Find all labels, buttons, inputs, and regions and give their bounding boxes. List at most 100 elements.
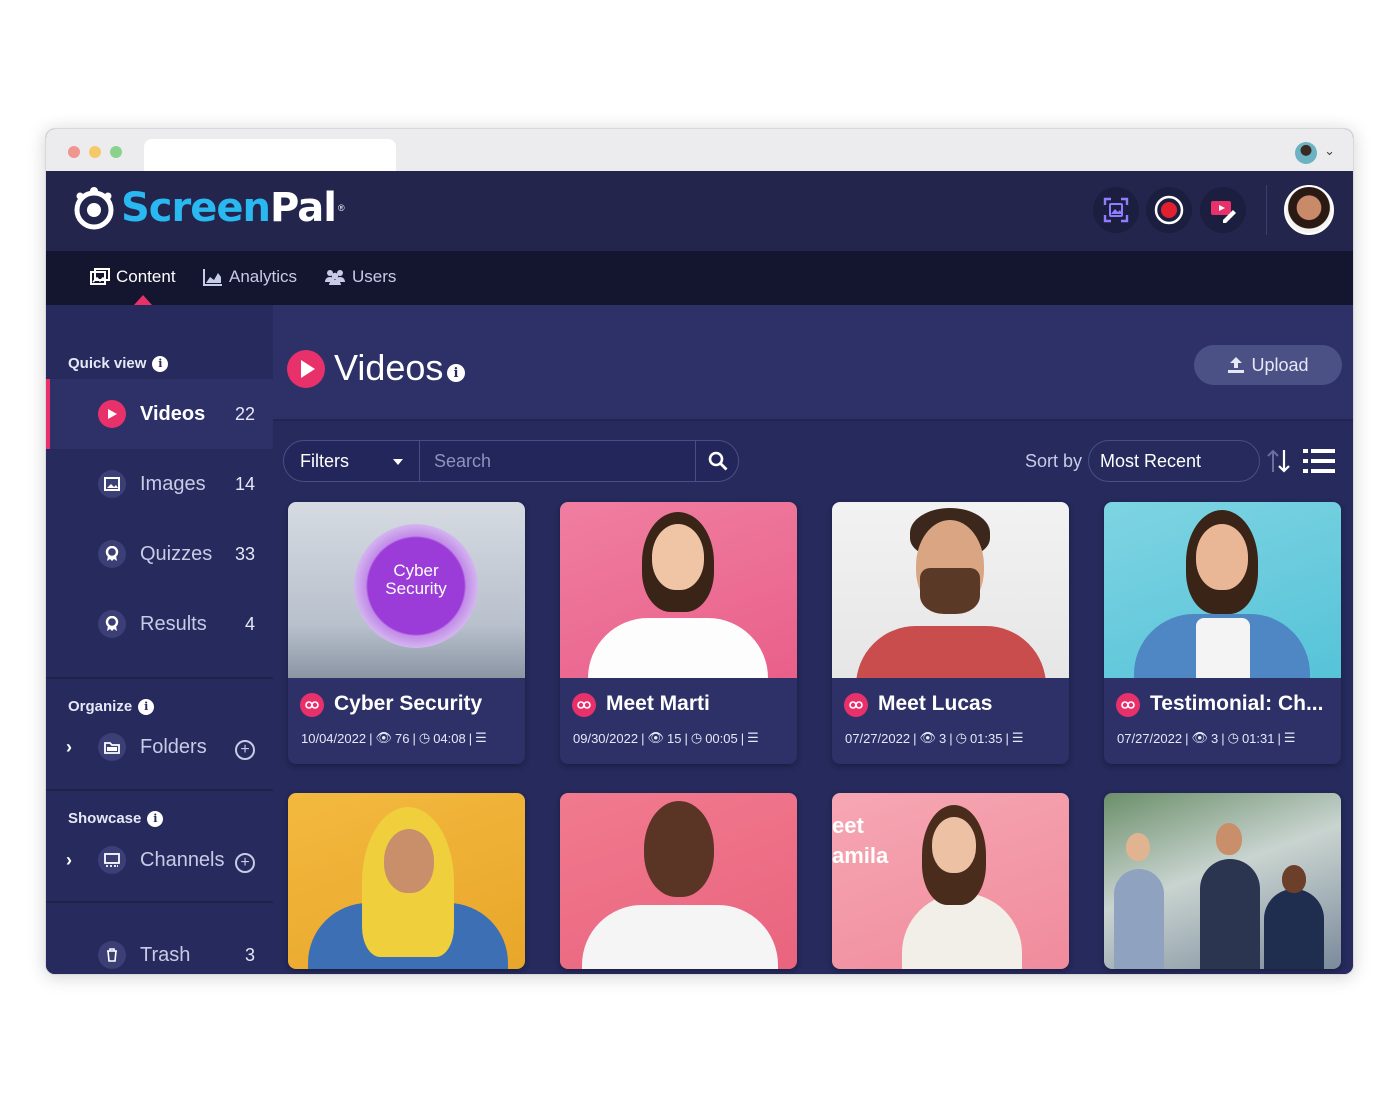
- person-body: [582, 905, 778, 969]
- video-card[interactable]: eet amila: [832, 793, 1069, 969]
- logo[interactable]: ScreenPal ®: [71, 185, 345, 231]
- person-body: [1264, 889, 1324, 969]
- image-icon: [98, 470, 126, 498]
- menu-icon[interactable]: ☰: [475, 730, 487, 746]
- add-folder-icon[interactable]: +: [235, 740, 255, 760]
- video-thumbnail[interactable]: [1104, 793, 1341, 969]
- main-content: Videos i Upload Filters Sort by Most Rec…: [273, 305, 1353, 974]
- card-body: Cyber Security 10/04/2022 | 👁 76 | ◷ 04:…: [288, 678, 525, 764]
- menu-icon[interactable]: ☰: [1012, 730, 1024, 746]
- record-button[interactable]: [1146, 187, 1192, 233]
- sidebar-item-results[interactable]: Results 4: [46, 589, 273, 659]
- eye-icon: 👁: [1191, 730, 1208, 745]
- sidebar-item-label: Videos: [140, 402, 206, 425]
- link-icon[interactable]: [1116, 693, 1140, 717]
- video-thumbnail[interactable]: [1104, 502, 1341, 678]
- screenshot-icon: [1103, 197, 1129, 223]
- sort-by-label: Sort by: [1025, 451, 1083, 471]
- user-avatar[interactable]: [1284, 185, 1334, 235]
- add-channel-icon[interactable]: +: [235, 853, 255, 873]
- card-date: 09/30/2022: [573, 730, 639, 746]
- menu-icon[interactable]: ☰: [1284, 730, 1296, 746]
- clock-icon: ◷: [1227, 730, 1239, 745]
- card-duration: 00:05: [705, 730, 738, 746]
- video-editor-icon: [1211, 201, 1236, 223]
- video-thumbnail[interactable]: [288, 793, 525, 969]
- card-date: 10/04/2022: [301, 730, 367, 746]
- browser-tab[interactable]: [144, 139, 396, 171]
- app-header: ScreenPal ®: [46, 171, 1353, 251]
- browser-profile-avatar[interactable]: [1295, 142, 1317, 164]
- eye-icon: 👁: [375, 730, 392, 745]
- video-card[interactable]: [560, 793, 797, 969]
- sidebar-item-channels[interactable]: › Channels +: [46, 825, 273, 895]
- video-card[interactable]: Testimonial: Ch... 07/27/2022 | 👁 3 | ◷ …: [1104, 502, 1341, 764]
- video-card[interactable]: [288, 793, 525, 969]
- card-date: 07/27/2022: [1117, 730, 1183, 746]
- video-thumbnail[interactable]: eet amila: [832, 793, 1069, 969]
- card-title[interactable]: Cyber Security: [334, 692, 482, 716]
- sidebar-divider: [46, 789, 273, 791]
- video-card[interactable]: Meet Marti 09/30/2022 | 👁 15 | ◷ 00:05 |…: [560, 502, 797, 764]
- link-icon[interactable]: [300, 693, 324, 717]
- search-input[interactable]: [421, 441, 695, 481]
- tab-users[interactable]: Users: [324, 267, 396, 287]
- sidebar-item-images[interactable]: Images 14: [46, 449, 273, 519]
- sidebar-item-folders[interactable]: › Folders +: [46, 712, 273, 782]
- card-body: Meet Lucas 07/27/2022 | 👁 3 | ◷ 01:35 | …: [832, 678, 1069, 764]
- clock-icon: ◷: [690, 730, 703, 745]
- sort-value: Most Recent: [1100, 450, 1202, 471]
- sidebar-item-count: 33: [234, 543, 255, 564]
- menu-icon[interactable]: ☰: [747, 730, 759, 746]
- play-icon: [287, 350, 325, 388]
- video-card[interactable]: Meet Lucas 07/27/2022 | 👁 3 | ◷ 01:35 | …: [832, 502, 1069, 764]
- upload-button[interactable]: Upload: [1194, 345, 1342, 385]
- chevron-right-icon[interactable]: ›: [66, 850, 72, 871]
- video-thumbnail[interactable]: [560, 502, 797, 678]
- card-title[interactable]: Meet Marti: [606, 692, 710, 716]
- sort-select[interactable]: Most Recent: [1088, 440, 1260, 482]
- sidebar-item-trash[interactable]: Trash 3: [46, 920, 273, 974]
- info-icon[interactable]: i: [152, 355, 169, 372]
- video-thumbnail[interactable]: [560, 793, 797, 969]
- card-body: Testimonial: Ch... 07/27/2022 | 👁 3 | ◷ …: [1104, 678, 1341, 764]
- sidebar-item-label: Images: [140, 472, 206, 495]
- video-thumbnail[interactable]: [832, 502, 1069, 678]
- screenshot-button[interactable]: [1093, 187, 1139, 233]
- person-face: [644, 801, 714, 897]
- eye-icon: 👁: [647, 730, 664, 745]
- filters-dropdown[interactable]: Filters: [284, 441, 420, 481]
- video-editor-button[interactable]: [1200, 187, 1246, 233]
- sidebar-item-label: Quizzes: [140, 542, 213, 565]
- sort-direction-icon: [1267, 449, 1290, 473]
- link-icon[interactable]: [572, 693, 596, 717]
- sort-direction-button[interactable]: [1265, 448, 1293, 479]
- tab-analytics[interactable]: Analytics: [203, 267, 297, 287]
- card-views: 3: [938, 730, 947, 746]
- video-card[interactable]: Cyber Security Cyber Security 10/04/2022 …: [288, 502, 525, 764]
- minimize-window-button[interactable]: [89, 146, 101, 158]
- chevron-right-icon[interactable]: ›: [66, 737, 72, 758]
- person-face: [1196, 524, 1248, 590]
- card-title[interactable]: Meet Lucas: [878, 692, 992, 716]
- person-face: [1282, 865, 1306, 893]
- card-title[interactable]: Testimonial: Ch...: [1150, 692, 1323, 716]
- tab-analytics-label: Analytics: [229, 267, 298, 286]
- main-nav: Content Analytics Users: [46, 251, 1353, 305]
- chevron-down-icon[interactable]: ⌄: [1324, 143, 1335, 159]
- tab-content[interactable]: Content: [90, 267, 176, 287]
- sidebar-item-videos[interactable]: Videos 22: [46, 379, 273, 449]
- info-icon[interactable]: i: [447, 364, 465, 382]
- video-card[interactable]: [1104, 793, 1341, 969]
- list-view-button[interactable]: [1303, 448, 1335, 479]
- search-button[interactable]: [695, 441, 739, 481]
- video-thumbnail[interactable]: Cyber Security: [288, 502, 525, 678]
- person-face: [384, 829, 434, 893]
- play-icon: [98, 400, 126, 428]
- link-icon[interactable]: [844, 693, 868, 717]
- clock-icon: ◷: [418, 730, 431, 745]
- close-window-button[interactable]: [68, 146, 80, 158]
- maximize-window-button[interactable]: [110, 146, 122, 158]
- sidebar: Quick view i Videos 22 Images 14 Quizzes…: [46, 305, 273, 974]
- sidebar-item-quizzes[interactable]: Quizzes 33: [46, 519, 273, 589]
